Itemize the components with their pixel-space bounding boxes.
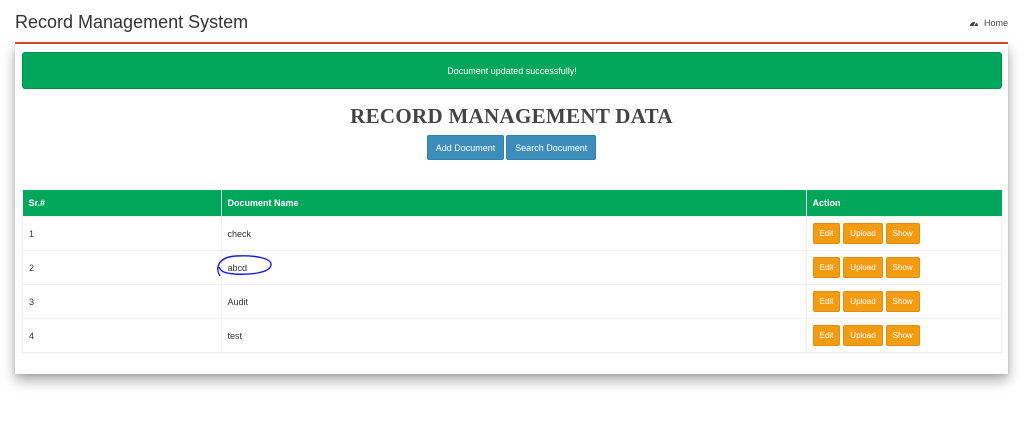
row-actions: Edit Upload Show (805, 284, 1002, 319)
table-body: 1 check Edit Upload Show 2 abcd Edit Upload Show 3… (22, 216, 1002, 353)
row-actions: Edit Upload Show (805, 250, 1002, 285)
search-document-button[interactable]: Search Document (506, 135, 597, 160)
show-button[interactable]: Show (885, 325, 920, 346)
table-row: 2 abcd Edit Upload Show (22, 250, 1002, 285)
row-sr: 1 (22, 216, 222, 251)
alert-message: Document updated successfully! (447, 65, 577, 76)
row-document-name: test (220, 318, 807, 353)
row-actions: Edit Upload Show (805, 318, 1002, 353)
action-group: Edit Upload Show (812, 257, 996, 278)
document-name-text: test (227, 330, 243, 341)
action-group: Edit Upload Show (812, 291, 996, 312)
row-document-name: check (220, 216, 807, 251)
action-group: Edit Upload Show (812, 223, 996, 244)
home-link[interactable]: Home (969, 18, 1008, 28)
row-sr: 4 (22, 318, 222, 353)
header: Record Management System Home (15, 0, 1008, 44)
upload-button[interactable]: Upload (843, 325, 883, 346)
edit-button[interactable]: Edit (812, 291, 841, 312)
annotation-circle (216, 255, 272, 277)
column-header-sr: Sr.# (22, 190, 222, 217)
document-name-text: Audit (227, 296, 249, 307)
table-header-row: Sr.# Document Name Action (22, 190, 1002, 217)
edit-button[interactable]: Edit (812, 325, 841, 346)
table-row: 4 test Edit Upload Show (22, 318, 1002, 353)
row-sr: 2 (22, 250, 222, 285)
edit-button[interactable]: Edit (812, 223, 841, 244)
show-button[interactable]: Show (885, 291, 920, 312)
documents-table: Sr.# Document Name Action 1 check Edit Uplo… (22, 190, 1002, 353)
app-title: Record Management System (15, 12, 249, 32)
action-buttons: Add Document Search Document (15, 135, 1008, 160)
show-button[interactable]: Show (885, 223, 920, 244)
add-document-button[interactable]: Add Document (426, 135, 505, 160)
row-actions: Edit Upload Show (805, 216, 1002, 251)
document-name-text: check (227, 228, 252, 239)
upload-button[interactable]: Upload (843, 291, 883, 312)
action-group: Edit Upload Show (812, 325, 996, 346)
row-sr: 3 (22, 284, 222, 319)
success-alert: Document updated successfully! (22, 52, 1002, 89)
table-row: 3 Audit Edit Upload Show (22, 284, 1002, 319)
show-button[interactable]: Show (885, 257, 920, 278)
upload-button[interactable]: Upload (843, 257, 883, 278)
content-card: Document updated successfully! RECORD MA… (15, 44, 1008, 374)
row-document-name: abcd (216, 250, 807, 285)
column-header-document-name: Document Name (221, 190, 807, 217)
page-title: RECORD MANAGEMENT DATA (350, 104, 673, 128)
dashboard-icon (969, 21, 978, 26)
edit-button[interactable]: Edit (812, 257, 841, 278)
home-label: Home (983, 18, 1008, 28)
column-header-action: Action (806, 190, 1002, 217)
row-document-name: Audit (220, 284, 807, 319)
upload-button[interactable]: Upload (843, 223, 883, 244)
table-row: 1 check Edit Upload Show (22, 216, 1002, 251)
